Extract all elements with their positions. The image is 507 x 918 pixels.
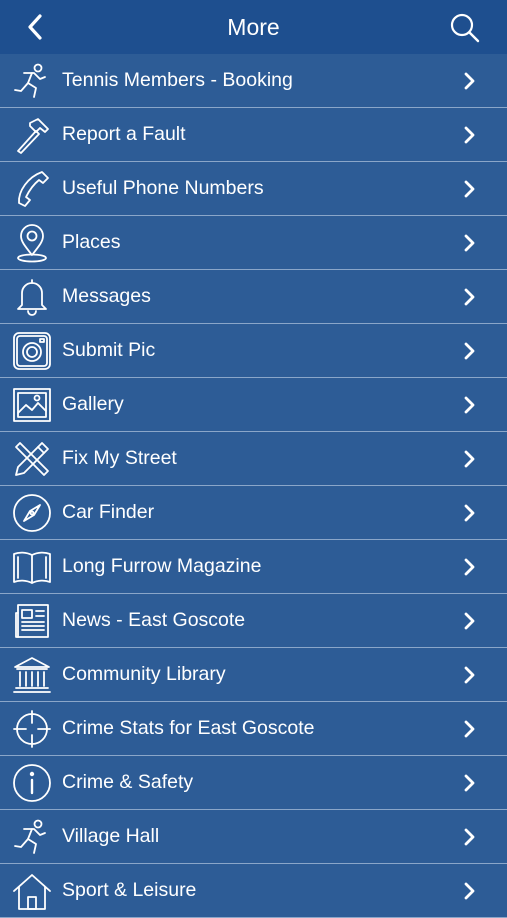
chevron-right-icon — [464, 72, 475, 90]
crosshair-icon — [13, 710, 51, 748]
menu-item-label: Sport & Leisure — [62, 879, 197, 901]
menu-item-label: Crime Stats for East Goscote — [62, 717, 315, 739]
compass-icon — [13, 494, 51, 532]
menu-item-car-finder[interactable]: Car Finder — [0, 486, 507, 540]
nav-bar: More — [0, 0, 507, 54]
chevron-right-icon — [464, 234, 475, 252]
page-title: More — [227, 14, 280, 40]
chevron-right-icon — [464, 882, 475, 900]
running-person-icon — [14, 819, 46, 854]
menu-item-label: Fix My Street — [62, 447, 177, 469]
phone-icon — [18, 171, 49, 207]
menu-item-label: Car Finder — [62, 501, 155, 523]
menu-item-crime-stats[interactable]: Crime Stats for East Goscote — [0, 702, 507, 756]
chevron-right-icon — [464, 828, 475, 846]
menu-item-label: News - East Goscote — [62, 609, 246, 631]
menu-item-label: Places — [62, 231, 121, 253]
newspaper-icon — [15, 604, 49, 638]
menu-item-community-library[interactable]: Community Library — [0, 648, 507, 702]
picture-icon — [13, 388, 51, 422]
menu-item-village-hall[interactable]: Village Hall — [0, 810, 507, 864]
menu-item-crime-and-safety[interactable]: Crime & Safety — [0, 756, 507, 810]
menu-item-label: Long Furrow Magazine — [62, 555, 262, 577]
menu-item-gallery[interactable]: Gallery — [0, 378, 507, 432]
menu-item-label: Village Hall — [62, 825, 160, 847]
camera-icon — [13, 332, 51, 370]
menu-item-label: Community Library — [62, 663, 226, 685]
menu-item-useful-phone-numbers[interactable]: Useful Phone Numbers — [0, 162, 507, 216]
menu-item-messages[interactable]: Messages — [0, 270, 507, 324]
chevron-right-icon — [464, 504, 475, 522]
map-pin-icon — [17, 224, 47, 263]
bell-icon — [17, 279, 47, 316]
menu-item-label: Crime & Safety — [62, 771, 194, 793]
info-icon — [13, 764, 51, 802]
menu-item-label: Useful Phone Numbers — [62, 177, 264, 199]
menu-item-report-a-fault[interactable]: Report a Fault — [0, 108, 507, 162]
chevron-right-icon — [464, 126, 475, 144]
tools-icon — [15, 442, 49, 476]
chevron-right-icon — [464, 342, 475, 360]
chevron-right-icon — [464, 720, 475, 738]
search-button[interactable] — [449, 12, 481, 44]
chevron-right-icon — [464, 396, 475, 414]
house-icon — [13, 874, 51, 910]
menu-item-long-furrow-magazine[interactable]: Long Furrow Magazine — [0, 540, 507, 594]
chevron-right-icon — [464, 180, 475, 198]
menu-item-news-east-goscote[interactable]: News - East Goscote — [0, 594, 507, 648]
open-book-icon — [13, 551, 51, 584]
menu-item-label: Report a Fault — [62, 123, 186, 145]
chevron-right-icon — [464, 288, 475, 306]
chevron-right-icon — [464, 774, 475, 792]
chevron-right-icon — [464, 450, 475, 468]
menu-item-submit-pic[interactable]: Submit Pic — [0, 324, 507, 378]
menu-item-sport-and-leisure[interactable]: Sport & Leisure — [0, 864, 507, 918]
menu-item-label: Messages — [62, 285, 151, 307]
menu-list: Tennis Members - Booking Report a Fault … — [0, 54, 507, 918]
menu-item-tennis-members-booking[interactable]: Tennis Members - Booking — [0, 54, 507, 108]
chevron-right-icon — [464, 612, 475, 630]
chevron-right-icon — [464, 666, 475, 684]
library-building-icon — [13, 657, 51, 693]
menu-item-label: Tennis Members - Booking — [62, 69, 293, 91]
menu-item-label: Submit Pic — [62, 339, 156, 361]
hammer-icon — [17, 118, 49, 154]
search-icon — [450, 13, 480, 43]
chevron-right-icon — [464, 558, 475, 576]
menu-item-fix-my-street[interactable]: Fix My Street — [0, 432, 507, 486]
running-person-icon — [14, 63, 46, 98]
menu-item-label: Gallery — [62, 393, 124, 415]
menu-item-places[interactable]: Places — [0, 216, 507, 270]
